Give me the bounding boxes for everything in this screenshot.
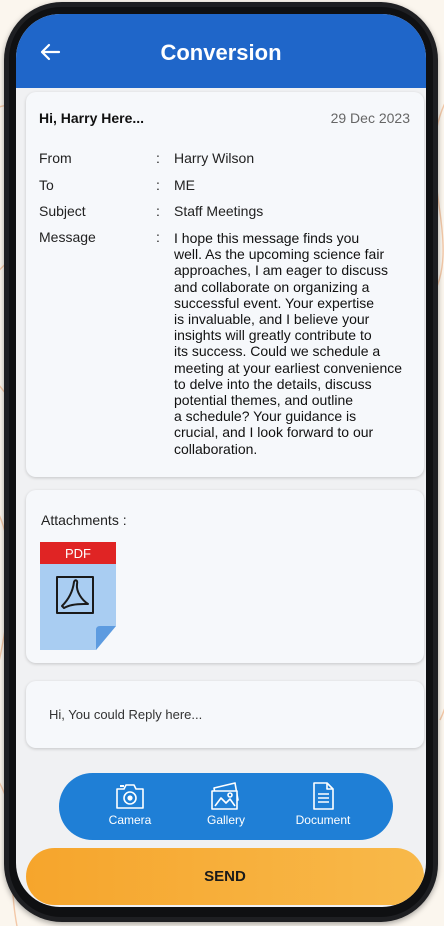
document-label: Document	[295, 813, 351, 827]
attachments-label: Attachments :	[41, 512, 127, 528]
pdf-type-label: PDF	[65, 546, 91, 561]
field-separator: :	[156, 203, 160, 219]
field-label-message: Message	[39, 229, 96, 245]
app-screen: Conversion Hi, Harry Here... 29 Dec 2023…	[16, 14, 426, 907]
message-greeting: Hi, Harry Here...	[39, 110, 145, 126]
pdf-attachment[interactable]: PDF	[40, 542, 116, 650]
field-value-subject: Staff Meetings	[174, 203, 264, 219]
document-icon	[313, 782, 334, 810]
field-label-from: From	[39, 150, 72, 166]
page-title: Conversion	[160, 40, 282, 65]
field-separator: :	[156, 229, 160, 245]
gallery-label: Gallery	[206, 813, 245, 827]
field-label-subject: Subject	[39, 203, 86, 219]
camera-button[interactable]: Camera	[90, 781, 170, 835]
attachments-card: Attachments : PDF	[26, 490, 424, 663]
media-toolbar: Camera Gallery Document	[59, 773, 393, 840]
app-header: Conversion	[16, 14, 426, 88]
gallery-icon	[211, 782, 239, 810]
gallery-button[interactable]: Gallery	[186, 781, 266, 835]
message-date: 29 Dec 2023	[330, 110, 410, 126]
message-body: I hope this message finds you well. As t…	[174, 230, 403, 457]
send-button[interactable]: SEND	[26, 848, 424, 905]
field-label-to: To	[39, 177, 54, 193]
reply-card	[26, 681, 424, 748]
field-value-to: ME	[174, 177, 195, 193]
message-card: Hi, Harry Here... 29 Dec 2023 From : Har…	[26, 92, 424, 477]
field-separator: :	[156, 177, 160, 193]
camera-label: Camera	[108, 813, 152, 827]
field-value-from: Harry Wilson	[174, 150, 255, 166]
reply-input[interactable]	[26, 681, 424, 748]
field-separator: :	[156, 150, 160, 166]
camera-icon	[116, 784, 144, 809]
document-button[interactable]: Document	[283, 781, 363, 835]
